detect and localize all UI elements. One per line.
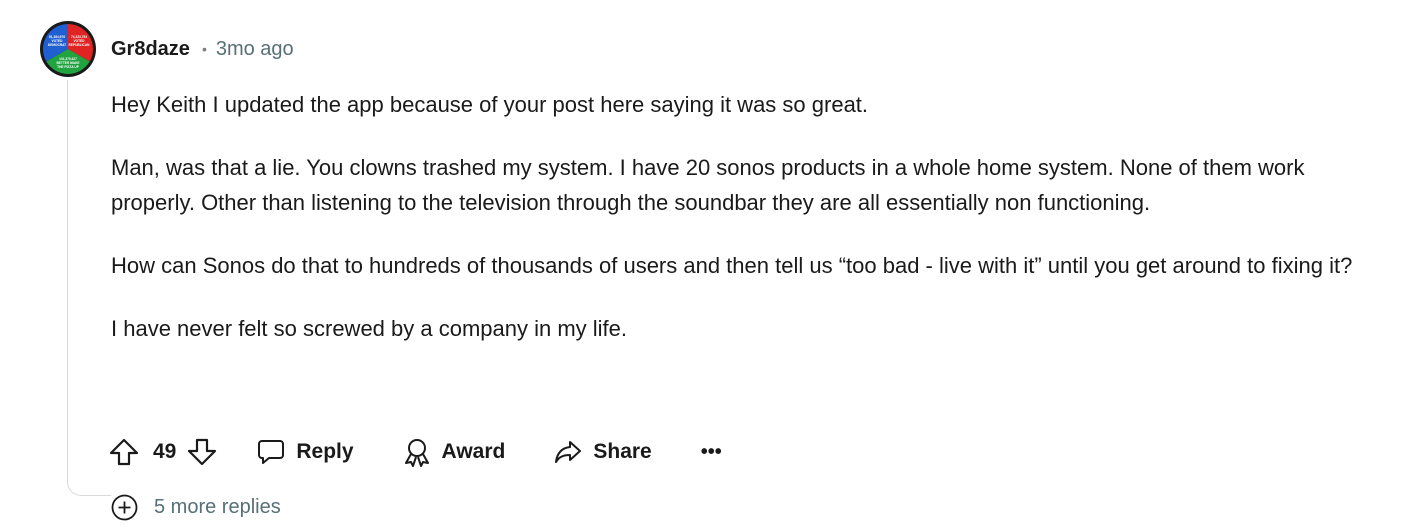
comment-paragraph: I have never felt so screwed by a compan… [111,316,628,341]
timestamp[interactable]: 3mo ago [216,38,294,61]
share-button[interactable]: Share [553,437,652,467]
comment-paragraph: Man, was that a lie. You clowns trashed … [111,155,1305,215]
award-ribbon-icon [404,439,429,467]
more-replies-link[interactable]: 5 more replies [111,494,281,521]
award-label: Award [441,440,506,463]
comment-action-bar: 49 Reply Award Share ••• [108,432,722,472]
flair-avatar-icon: 81,284,976 VOTED DEMOCRAT 74,223,753 VOT… [40,21,96,77]
comment-paragraph: How can Sonos do that to hundreds of tho… [111,253,1353,278]
plus-circle-icon [111,494,138,521]
avatar[interactable]: 81,284,976 VOTED DEMOCRAT 74,223,753 VOT… [40,21,96,77]
more-options-icon: ••• [700,440,722,463]
comment-bubble-icon [258,440,285,464]
share-label: Share [593,440,652,463]
reply-button[interactable]: Reply [256,437,354,467]
comment-body: Hey Keith I updated the app because of y… [111,87,1361,346]
downvote-arrow-icon[interactable] [186,436,218,468]
comment-paragraph: Hey Keith I updated the app because of y… [111,92,869,117]
more-options-button[interactable]: ••• [701,441,722,464]
meta-separator: • [201,41,207,57]
vote-group: 49 [108,436,218,468]
svg-text:THE PIZZA UP: THE PIZZA UP [57,65,80,69]
vote-score: 49 [153,440,177,463]
comment-header: Gr8daze • 3mo ago [111,35,294,63]
username-link[interactable]: Gr8daze [111,38,190,61]
share-arrow-icon [555,441,582,463]
upvote-arrow-icon[interactable] [108,436,140,468]
svg-text:REPUBLICAN: REPUBLICAN [69,43,91,47]
svg-text:DEMOCRAT: DEMOCRAT [48,43,66,47]
thread-line[interactable] [67,80,111,496]
reply-label: Reply [296,440,354,463]
award-button[interactable]: Award [402,437,506,467]
more-replies-label: 5 more replies [154,496,281,518]
